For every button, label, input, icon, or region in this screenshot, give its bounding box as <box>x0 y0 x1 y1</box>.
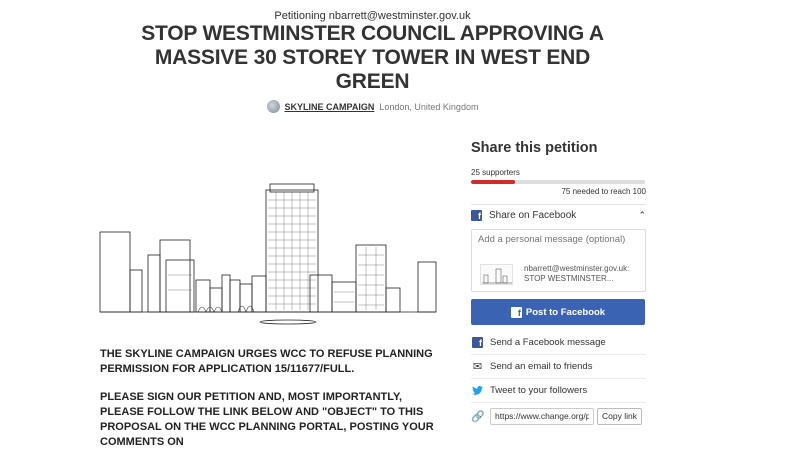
starter-avatar <box>266 100 280 113</box>
send-facebook-message-option[interactable]: f Send a Facebook message <box>471 331 646 355</box>
copy-link-row: 🔗 Copy link <box>471 403 646 429</box>
link-preview: nbarrett@westminster.gov.uk: STOP WESTMI… <box>480 264 629 285</box>
signature-progress-bar <box>471 180 645 184</box>
twitter-bird-icon <box>471 386 484 395</box>
send-email-option[interactable]: ✉ Send an email to friends <box>471 355 646 379</box>
personal-message-input[interactable] <box>478 234 638 245</box>
option-label: Send an email to friends <box>490 361 593 372</box>
tower-elevation-drawing <box>99 183 437 325</box>
envelope-icon: ✉ <box>472 361 483 373</box>
facebook-icon: f <box>471 337 484 348</box>
petition-title: STOP WESTMINSTER COUNCIL APPROVING A MAS… <box>141 22 604 93</box>
post-to-facebook-button[interactable]: f Post to Facebook <box>471 299 645 325</box>
share-on-facebook-toggle[interactable]: f Share on Facebook ⌃ <box>471 204 646 226</box>
description-paragraph: PLEASE SIGN OUR PETITION AND, MOST IMPOR… <box>100 391 434 448</box>
copy-link-button[interactable]: Copy link <box>597 407 642 425</box>
share-panel: Share this petition 25 supporters 75 nee… <box>471 140 646 429</box>
starter-location: London, United Kingdom <box>379 101 479 112</box>
preview-text: nbarrett@westminster.gov.uk: STOP WESTMI… <box>524 264 630 283</box>
chevron-up-icon[interactable]: ⌃ <box>638 210 646 221</box>
share-on-facebook-label: Share on Facebook <box>489 210 577 221</box>
petition-target: Petitioning nbarrett@westminster.gov.uk <box>274 10 471 22</box>
share-heading: Share this petition <box>471 140 598 156</box>
facebook-icon: f <box>510 306 522 318</box>
tweet-option[interactable]: Tweet to your followers <box>471 379 646 403</box>
supporters-count: 25 supporters <box>471 168 520 177</box>
petition-link-field[interactable] <box>490 407 594 425</box>
starter-name-link[interactable]: SKYLINE CAMPAIGN <box>285 102 375 112</box>
signatures-needed: 75 needed to reach 100 <box>561 187 646 196</box>
progress-fill <box>471 180 515 184</box>
description-paragraph: THE SKYLINE CAMPAIGN URGES WCC TO REFUSE… <box>100 348 433 375</box>
link-icon: 🔗 <box>471 410 485 423</box>
preview-thumbnail <box>480 264 513 285</box>
facebook-icon: f <box>471 210 482 221</box>
petition-starter: SKYLINE CAMPAIGN London, United Kingdom <box>0 100 745 113</box>
post-to-facebook-label: Post to Facebook <box>525 306 606 318</box>
option-label: Send a Facebook message <box>490 337 606 348</box>
option-label: Tweet to your followers <box>490 385 588 396</box>
facebook-message-box: nbarrett@westminster.gov.uk: STOP WESTMI… <box>471 229 646 292</box>
